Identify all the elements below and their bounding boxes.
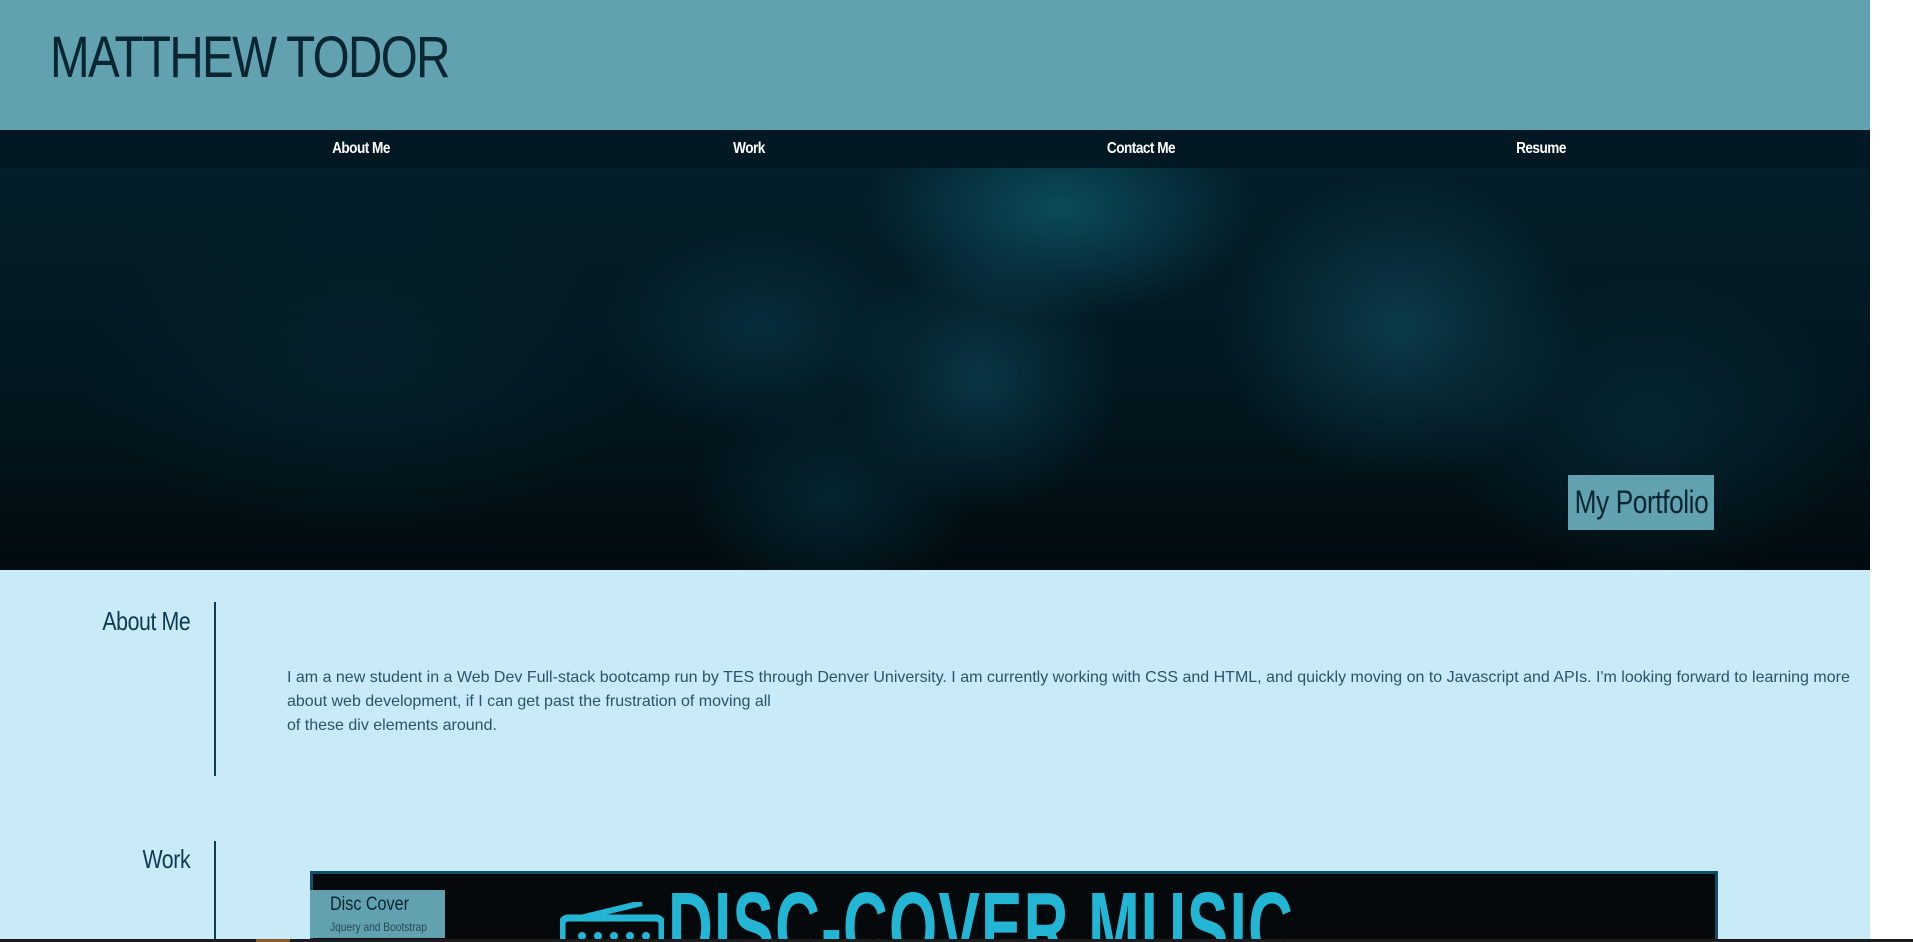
about-divider xyxy=(214,602,216,776)
project-tech: Jquery and Bootstrap xyxy=(330,920,427,934)
project-name: Disc Cover xyxy=(330,894,409,915)
about-heading: About Me xyxy=(102,606,190,636)
nav-about-me[interactable]: About Me xyxy=(332,140,390,158)
about-text: I am a new student in a Web Dev Full-sta… xyxy=(287,666,1867,738)
nav-contact-me[interactable]: Contact Me xyxy=(1107,140,1176,158)
about-text-line: of these div elements around. xyxy=(287,717,497,734)
radio-icon xyxy=(558,900,666,942)
page: MATTHEW TODOR About Me Work Contact Me R… xyxy=(0,0,1870,942)
work-divider xyxy=(214,841,216,942)
project-label[interactable]: Disc Cover Jquery and Bootstrap xyxy=(310,890,445,938)
portfolio-badge: My Portfolio xyxy=(1568,475,1714,530)
hero-banner: My Portfolio xyxy=(0,168,1870,570)
main-nav: About Me Work Contact Me Resume xyxy=(0,130,1870,168)
site-title: MATTHEW TODOR xyxy=(50,25,450,90)
project-card-disc-cover[interactable]: DISC-COVER MUSIC xyxy=(310,871,1718,942)
nav-resume[interactable]: Resume xyxy=(1516,140,1566,158)
nav-work[interactable]: Work xyxy=(733,140,765,158)
portfolio-badge-label: My Portfolio xyxy=(1574,484,1708,520)
about-text-line: I am a new student in a Web Dev Full-sta… xyxy=(287,669,1850,710)
work-heading: Work xyxy=(142,844,190,874)
site-header: MATTHEW TODOR xyxy=(0,0,1870,130)
project-banner-text: DISC-COVER MUSIC xyxy=(668,872,1295,942)
